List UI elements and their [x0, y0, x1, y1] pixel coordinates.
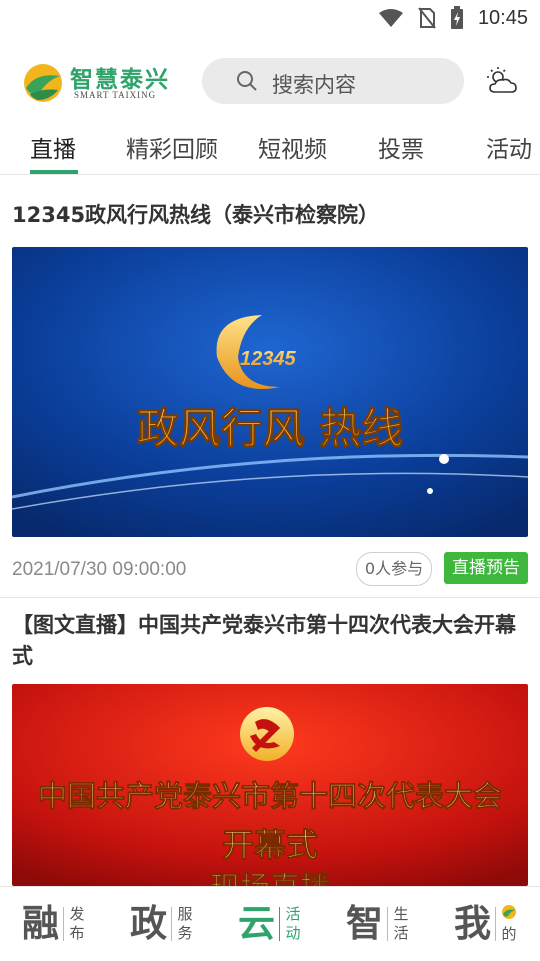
tab-live[interactable]: 直播 — [30, 130, 76, 164]
tab-vote[interactable]: 投票 — [378, 130, 424, 164]
feed-item-title[interactable]: 12345政风行风热线（泰兴市检察院） — [12, 200, 379, 231]
nav-separator — [495, 907, 496, 941]
banner-hotline-title: 政风行风 热线 — [137, 404, 404, 453]
bottom-navigation: 融 发布 政 服务 云 活动 智 生活 我 的 — [0, 886, 540, 961]
search-icon — [237, 71, 257, 91]
tab-highlights[interactable]: 精彩回顾 — [126, 130, 218, 164]
hotline-banner-image: 12345 政风行风 热线 — [12, 247, 528, 537]
nav-item-cloud-activity[interactable]: 云 活动 — [238, 901, 302, 947]
nav-small-char: 务 — [177, 924, 193, 942]
nav-small-label: 活动 — [284, 905, 302, 943]
nav-big-label: 政 — [130, 902, 167, 945]
live-preview-badge: 直播预告 — [444, 552, 528, 584]
nav-small-label: 服务 — [176, 905, 194, 943]
feed-item-banner[interactable]: 12345 政风行风 热线 — [12, 247, 528, 537]
tab-short-video[interactable]: 短视频 — [258, 130, 327, 164]
banner-hotline-number: 12345 — [240, 348, 296, 370]
tab-active-indicator — [30, 170, 78, 174]
nav-item-media[interactable]: 融 发布 — [22, 901, 86, 947]
category-tabs: 直播 精彩回顾 短视频 投票 活动 — [0, 120, 540, 175]
nav-item-smart-life[interactable]: 智 生活 — [346, 901, 410, 947]
nav-small-char: 活 — [285, 905, 301, 923]
congress-banner-image: 中国共产党泰兴市第十四次代表大会 开幕式 现场直播 — [12, 684, 528, 886]
nav-separator — [171, 907, 172, 941]
search-bar[interactable]: 搜索内容 — [202, 58, 464, 104]
nav-item-government[interactable]: 政 服务 — [130, 901, 194, 947]
feed-item-date: 2021/07/30 09:00:00 — [12, 559, 187, 580]
logo-title: 智慧泰兴 — [70, 67, 170, 93]
nav-separator — [279, 907, 280, 941]
status-bar: 10:45 — [0, 0, 540, 36]
nav-small-label: 发布 — [68, 905, 86, 943]
nav-small-char: 活 — [393, 924, 409, 942]
logo-subtitle: SMART TAIXING — [74, 90, 157, 100]
nav-big-label: 云 — [238, 902, 275, 945]
nav-big-label: 我 — [454, 902, 491, 945]
nav-small-char: 的 — [501, 925, 517, 943]
search-placeholder: 搜索内容 — [272, 73, 356, 97]
nav-item-mine[interactable]: 我 的 — [454, 901, 518, 947]
feed-item-title[interactable]: 【图文直播】中国共产党泰兴市第十四次代表大会开幕式 — [12, 610, 528, 672]
nav-small-char: 布 — [69, 924, 85, 942]
logo-mini-icon — [502, 905, 516, 919]
app-logo[interactable]: 智慧泰兴 SMART TAIXING — [22, 58, 182, 106]
nav-small-char: 生 — [393, 905, 409, 923]
feed-item-banner[interactable]: 中国共产党泰兴市第十四次代表大会 开幕式 现场直播 — [12, 684, 528, 886]
app-header: 智慧泰兴 SMART TAIXING 搜索内容 — [0, 52, 540, 112]
logo-emblem-icon — [24, 64, 62, 102]
nav-small-char: 服 — [177, 905, 193, 923]
nav-separator — [63, 907, 64, 941]
status-time: 10:45 — [477, 6, 528, 29]
party-emblem-icon — [240, 707, 294, 761]
nav-big-label: 智 — [346, 902, 383, 945]
banner-congress-title: 中国共产党泰兴市第十四次代表大会 — [38, 779, 502, 813]
wifi-icon — [378, 9, 403, 27]
feed-divider — [0, 597, 540, 598]
partly-cloudy-icon[interactable] — [486, 66, 518, 96]
banner-congress-subtitle: 开幕式 — [222, 826, 318, 864]
nav-small-label: 的 — [500, 904, 518, 944]
tab-activity[interactable]: 活动 — [486, 130, 532, 164]
banner-congress-live: 现场直播 — [210, 871, 331, 886]
battery-charging-icon — [450, 6, 463, 29]
participants-badge: 0人参与 — [356, 552, 432, 586]
nav-big-label: 融 — [22, 902, 59, 945]
nav-small-char: 发 — [69, 905, 85, 923]
nav-small-char: 动 — [285, 924, 301, 942]
no-sim-icon — [418, 7, 436, 29]
nav-separator — [387, 907, 388, 941]
nav-small-label: 生活 — [392, 905, 410, 943]
